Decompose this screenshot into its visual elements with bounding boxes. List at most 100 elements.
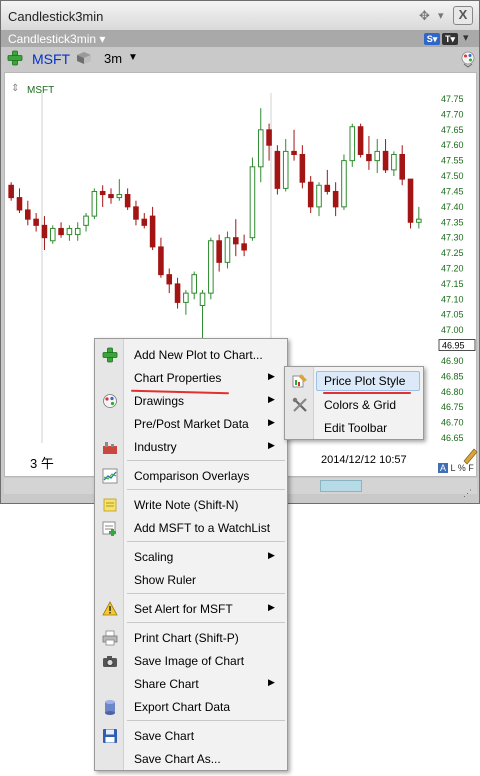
chevron-down-icon[interactable]: ▼ [128,52,138,63]
candle-body[interactable] [224,237,231,263]
candle-body[interactable] [16,197,23,211]
candle-body[interactable] [191,274,197,294]
candle-body[interactable] [8,184,14,199]
candle-body[interactable] [216,240,222,263]
candle-body[interactable] [341,160,347,208]
scale-option-a[interactable]: A [438,463,449,473]
candle-body[interactable] [141,218,148,226]
close-button[interactable]: X [453,6,473,25]
candle-body[interactable] [174,283,181,303]
candle-body[interactable] [166,274,173,285]
candle-body[interactable] [266,129,272,146]
palette-icon [103,394,117,408]
submenu-item-edit-toolbar[interactable]: Edit Toolbar [285,417,423,439]
menu-item-share-chart[interactable]: Share Chart ▶ [95,673,287,695]
candle-body[interactable] [108,194,114,199]
menu-item-label: Export Chart Data [134,700,231,714]
drag-handle-icon[interactable]: ⇕ [11,83,19,94]
candle-body[interactable] [83,215,89,226]
candle-body[interactable] [149,215,156,248]
candle-body[interactable] [66,227,73,236]
scale-option-f[interactable]: F [468,463,474,473]
menu-item-comparison-overlays[interactable]: Comparison Overlays [95,465,287,487]
menu-item-pre-post-market[interactable]: Pre/Post Market Data ▶ [95,413,287,435]
candle-body[interactable] [324,184,331,192]
candle-body[interactable] [183,292,189,303]
resize-grip-icon[interactable]: ⋰ [463,488,472,499]
y-axis-tick-label: 47.55 [441,156,464,166]
menu-item-show-ruler[interactable]: Show Ruler [95,569,287,591]
candle-body[interactable] [316,184,322,208]
candle-body[interactable] [399,153,405,180]
ruler-icon[interactable] [463,448,478,465]
candle-body[interactable] [116,194,123,199]
candle-body[interactable] [124,194,131,208]
menu-item-save-chart-as[interactable]: Save Chart As... [95,748,287,770]
menu-item-export-chart-data[interactable]: Export Chart Data [95,696,287,718]
candle-body[interactable] [274,150,281,189]
candle-body[interactable] [25,209,31,220]
interval-selector[interactable]: 3m [104,51,122,66]
menu-item-save-chart[interactable]: Save Chart [95,725,287,747]
t-menu-button[interactable]: T▾ [442,33,458,45]
candle-body[interactable] [416,218,422,223]
menu-item-set-alert[interactable]: Set Alert for MSFT ▶ [95,598,287,620]
candle-body[interactable] [199,292,206,306]
plus-icon[interactable] [7,50,23,66]
candle-body[interactable] [282,150,289,189]
candle-body[interactable] [257,129,264,168]
candle-body[interactable] [49,227,56,242]
candle-body[interactable] [33,218,39,226]
move-icon[interactable]: ✥ [419,8,430,24]
menu-item-drawings[interactable]: Drawings ▶ [95,390,287,412]
menu-separator [127,460,285,461]
candle-body[interactable] [91,190,98,217]
menu-item-scaling[interactable]: Scaling ▶ [95,546,287,568]
candle-body[interactable] [41,224,48,239]
chart-context-menu: Add New Plot to Chart... Chart Propertie… [94,338,288,771]
cube-icon[interactable] [76,51,92,65]
candle-body[interactable] [299,153,306,183]
candle-body[interactable] [332,190,339,208]
menu-item-write-note[interactable]: Write Note (Shift-N) [95,494,287,516]
menu-item-add-new-plot[interactable]: Add New Plot to Chart... [95,344,287,366]
menu-item-chart-properties[interactable]: Chart Properties ▶ [95,367,287,389]
candle-body[interactable] [374,150,381,162]
candle-body[interactable] [407,178,414,223]
s-menu-button[interactable]: S▾ [424,33,440,45]
candle-body[interactable] [208,240,214,294]
header-options-caret-icon[interactable]: ▾ [463,31,469,44]
candle-body[interactable] [382,150,389,171]
window-menu-caret-icon[interactable]: ▾ [438,9,444,22]
scale-option-percent[interactable]: % [458,463,466,473]
submenu-item-colors-grid[interactable]: Colors & Grid [285,394,423,416]
candle-body[interactable] [349,126,356,162]
window-title-bar[interactable]: Candlestick3min ✥ ▾ X [1,1,479,31]
menu-item-save-image[interactable]: Save Image of Chart [95,650,287,672]
candle-body[interactable] [158,246,164,276]
candle-body[interactable] [74,227,81,236]
candle-body[interactable] [307,181,314,208]
candle-body[interactable] [366,153,372,162]
candle-body[interactable] [133,206,139,220]
chart-name-label: Candlestick3min [8,32,97,46]
candle-body[interactable] [241,243,247,251]
candle-body[interactable] [233,237,239,245]
floppy-disk-icon [103,729,117,743]
chart-name-dropdown[interactable]: Candlestick3min ▾ [8,32,105,46]
candle-body[interactable] [99,190,106,196]
submenu-item-price-plot-style[interactable]: Price Plot Style [285,370,423,392]
candle-body[interactable] [291,150,297,155]
menu-item-industry[interactable]: Industry ▶ [95,436,287,458]
candle-body[interactable] [357,126,364,155]
scrollbar-thumb[interactable] [320,480,362,492]
candle-body[interactable] [391,153,397,171]
menu-item-add-to-watchlist[interactable]: Add MSFT to a WatchList [95,517,287,539]
candle-body[interactable] [58,227,64,236]
menu-item-print-chart[interactable]: Print Chart (Shift-P) [95,627,287,649]
scale-option-l[interactable]: L [451,463,456,473]
palette-icon[interactable] [461,50,475,68]
menu-item-label: Price Plot Style [324,374,406,388]
symbol-field[interactable]: MSFT [32,51,70,67]
candle-body[interactable] [249,166,256,239]
